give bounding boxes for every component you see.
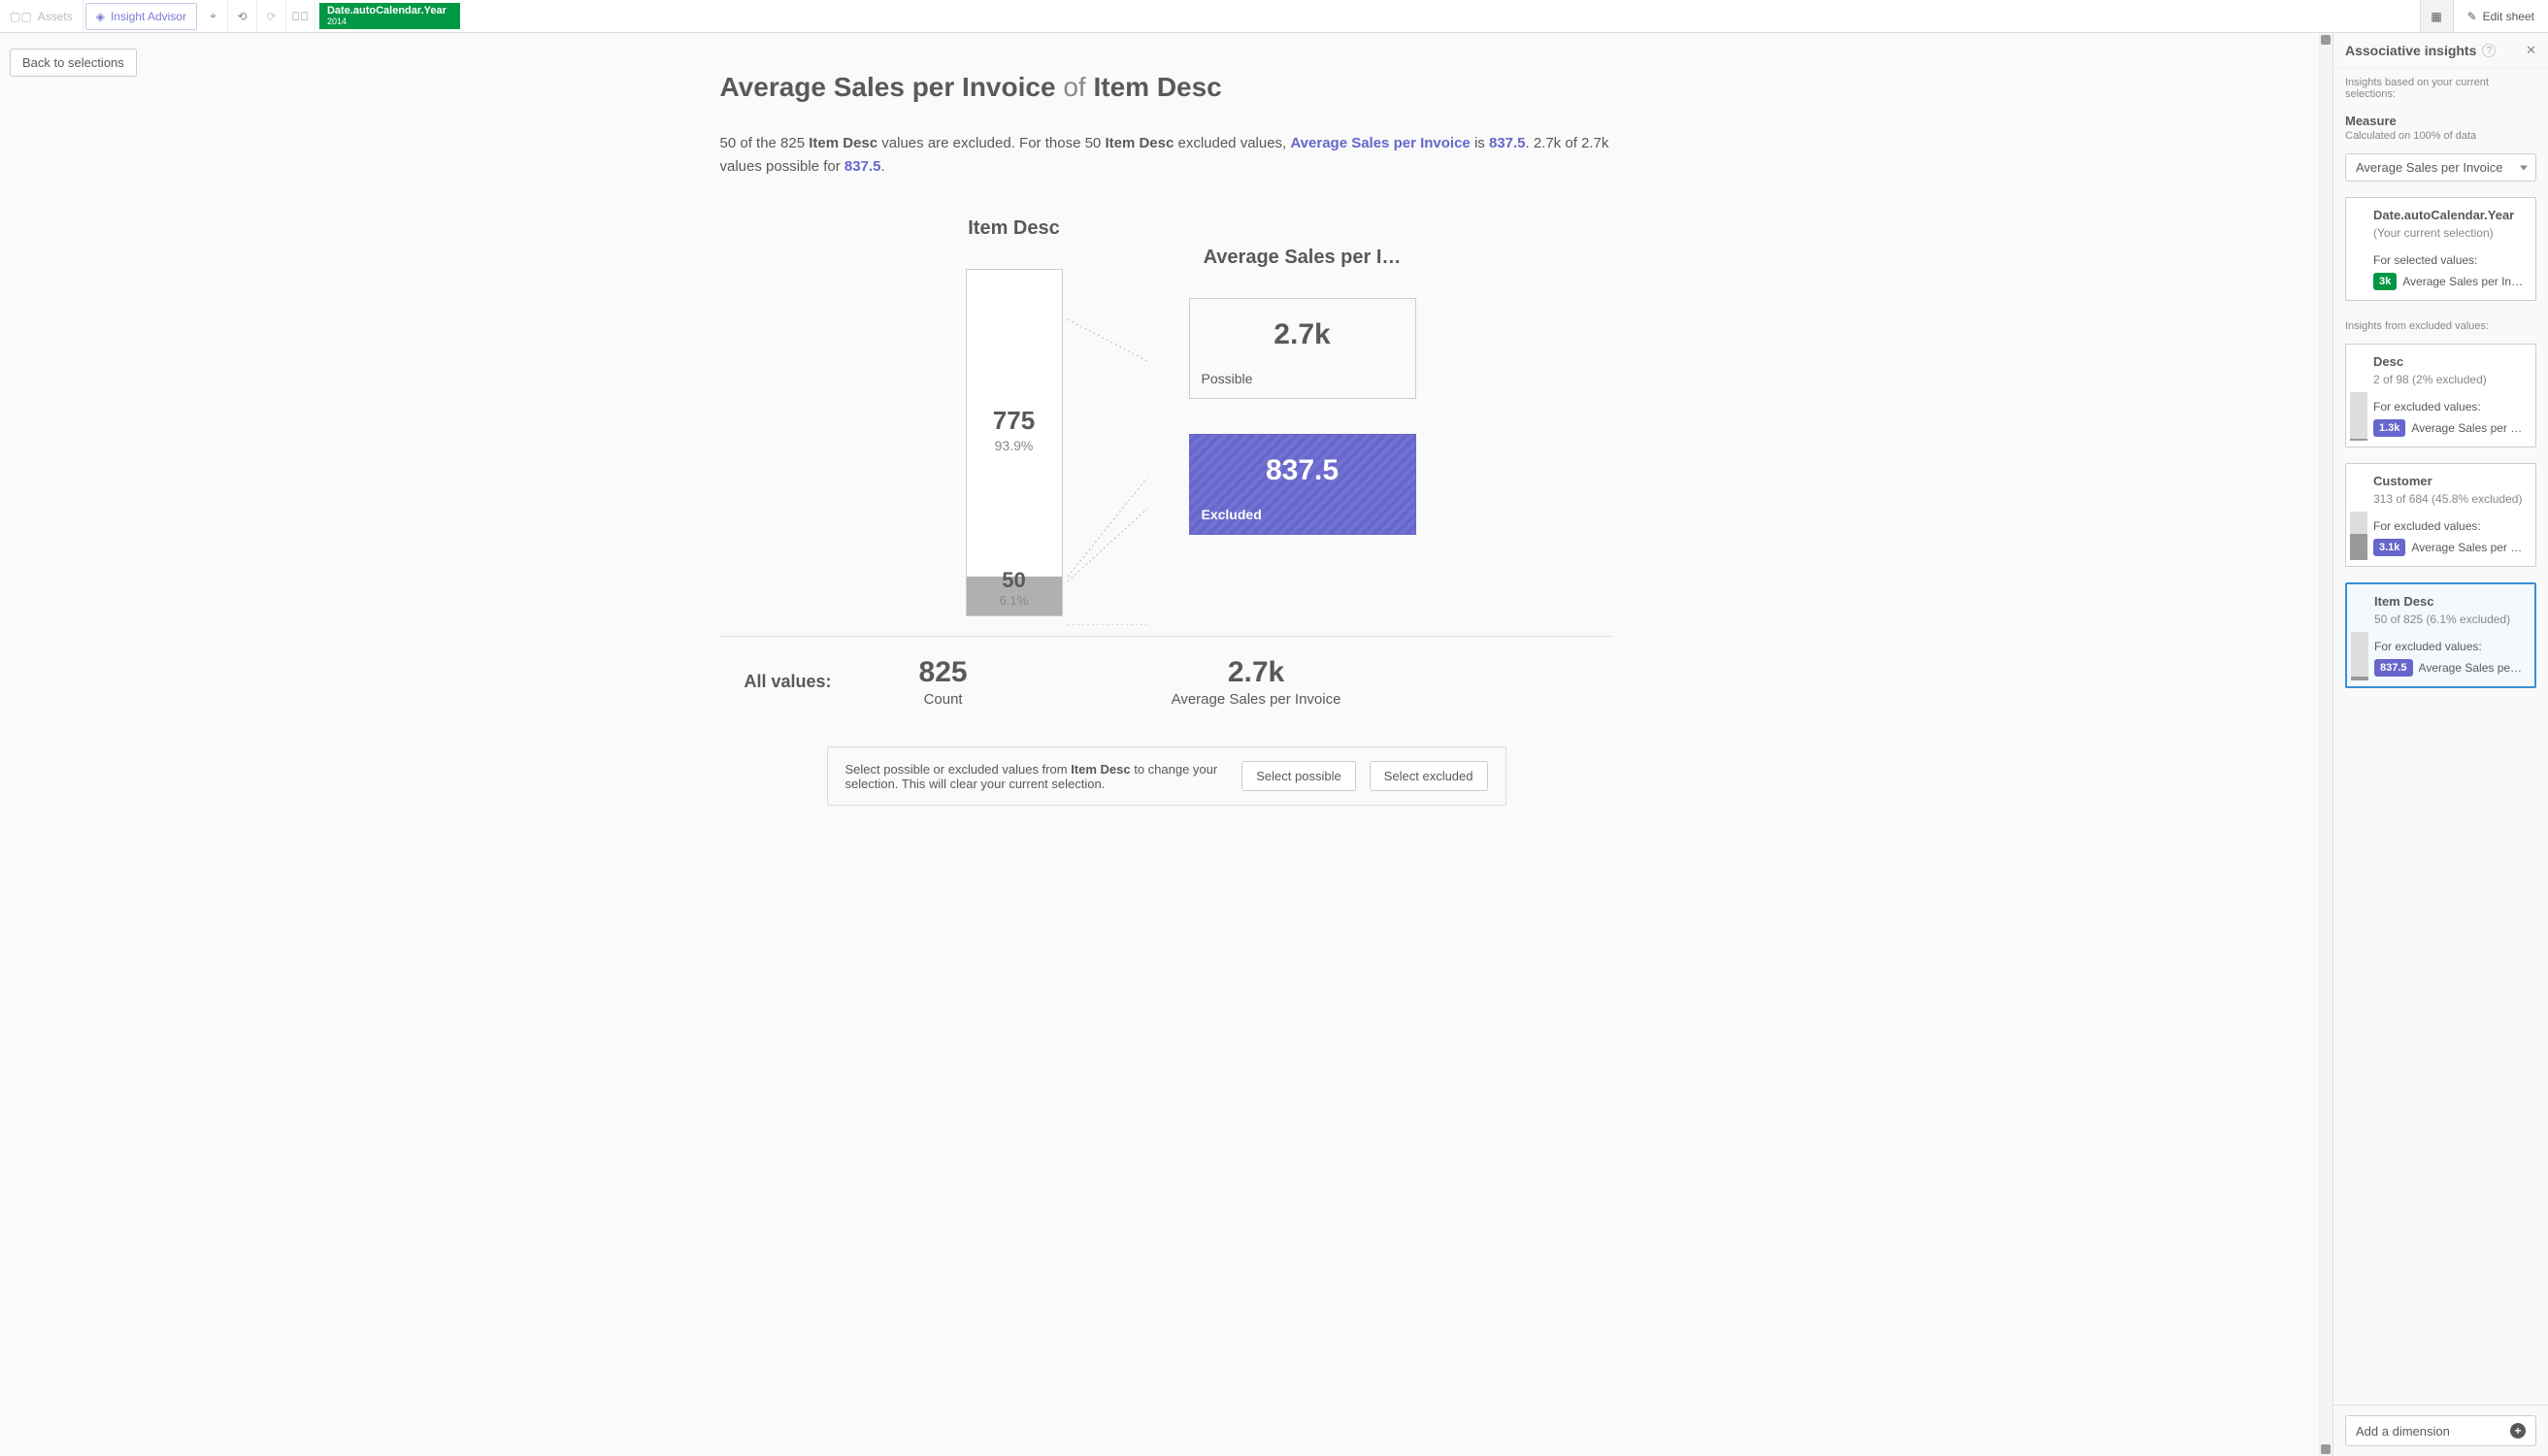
kpi-possible: 2.7k Possible xyxy=(1189,298,1416,399)
insight-advisor-button[interactable]: ◈ Insight Advisor xyxy=(85,3,197,30)
assets-label: Assets xyxy=(38,10,73,23)
insight-advisor-label: Insight Advisor xyxy=(111,10,186,23)
included-label: 775 93.9% xyxy=(967,406,1062,453)
pencil-icon: ✎ xyxy=(2467,10,2477,23)
insight-card-item-desc[interactable]: Item Desc 50 of 825 (6.1% excluded) For … xyxy=(2345,582,2536,688)
measure-column-title: Average Sales per I… xyxy=(1189,247,1416,269)
spark-icon xyxy=(2351,622,2368,680)
layout-icon: ▢▢ xyxy=(10,10,32,23)
measure-section-sub: Calculated on 100% of data xyxy=(2333,128,2548,146)
scrollbar[interactable] xyxy=(2319,33,2333,1456)
select-excluded-button[interactable]: Select excluded xyxy=(1370,761,1488,791)
spark-icon xyxy=(2350,502,2367,560)
description-text: 50 of the 825 Item Desc values are exclu… xyxy=(720,132,1613,179)
card-title: Date.autoCalendar.Year xyxy=(2373,208,2526,222)
title-of: of xyxy=(1056,72,1094,102)
selections-tool-button[interactable]: ▦ xyxy=(2420,0,2453,32)
divider xyxy=(720,636,1613,637)
selection-field: Date.autoCalendar.Year xyxy=(327,5,447,17)
measure-select[interactable]: Average Sales per Invoice xyxy=(2345,153,2536,182)
select-possible-button[interactable]: Select possible xyxy=(1241,761,1355,791)
insight-card-customer[interactable]: Customer 313 of 684 (45.8% excluded) For… xyxy=(2345,463,2536,567)
action-text: Select possible or excluded values from … xyxy=(845,762,1229,791)
excluded-segment: 50 6.1% xyxy=(967,577,1062,615)
smart-search-icon[interactable]: ⌖ xyxy=(199,0,228,32)
page-title: Average Sales per Invoice of Item Desc xyxy=(720,72,1613,103)
main-area: Back to selections Average Sales per Inv… xyxy=(0,33,2333,1456)
kpi-excluded: 837.5 Excluded xyxy=(1189,434,1416,535)
value-link-1[interactable]: 837.5 xyxy=(1489,135,1526,151)
total-measure: 2.7k Average Sales per Invoice xyxy=(1172,656,1341,708)
scroll-down-icon[interactable] xyxy=(2321,1444,2331,1454)
panel-title: Associative insights xyxy=(2345,43,2476,58)
breakdown-bar: 775 93.9% 50 6.1% xyxy=(966,269,1063,616)
add-dimension-label: Add a dimension xyxy=(2356,1424,2450,1439)
clear-selections-icon[interactable]: ✕⃝ xyxy=(286,0,315,32)
all-values-row: All values: 825 Count 2.7k Average Sales… xyxy=(720,656,1613,708)
close-icon[interactable]: ✕ xyxy=(2526,43,2536,58)
action-box: Select possible or excluded values from … xyxy=(827,746,1506,806)
card-meta: (Your current selection) xyxy=(2373,226,2526,240)
title-measure: Average Sales per Invoice xyxy=(720,72,1056,102)
measure-link[interactable]: Average Sales per Invoice xyxy=(1290,135,1470,151)
panel-subtitle: Insights based on your current selection… xyxy=(2333,69,2548,104)
top-toolbar: ▢▢ Assets ◈ Insight Advisor ⌖ ⟲ ⟳ ✕⃝ Dat… xyxy=(0,0,2548,33)
insight-icon: ◈ xyxy=(96,10,105,23)
assets-button[interactable]: ▢▢ Assets xyxy=(0,0,83,32)
scroll-up-icon[interactable] xyxy=(2321,35,2331,45)
card-for: For selected values: xyxy=(2373,253,2526,267)
edit-sheet-button[interactable]: ✎ Edit sheet xyxy=(2453,0,2548,32)
chart-area: Item Desc 775 93.9% 50 6.1% xyxy=(720,217,1613,616)
dimension-column-title: Item Desc xyxy=(917,217,1111,240)
measure-section-title: Measure xyxy=(2333,104,2548,128)
selection-value: 2014 xyxy=(327,17,447,27)
add-dimension-button[interactable]: Add a dimension + xyxy=(2345,1415,2536,1446)
spark-icon xyxy=(2350,382,2367,441)
step-forward-icon: ⟳ xyxy=(257,0,286,32)
selection-tag[interactable]: Date.autoCalendar.Year 2014 xyxy=(319,3,460,29)
insight-card-desc[interactable]: Desc 2 of 98 (2% excluded) For excluded … xyxy=(2345,344,2536,447)
card-badge: 3k xyxy=(2373,273,2397,290)
step-back-icon[interactable]: ⟲ xyxy=(228,0,257,32)
total-count: 825 Count xyxy=(919,656,968,708)
plus-icon: + xyxy=(2510,1423,2526,1439)
edit-sheet-label: Edit sheet xyxy=(2483,10,2534,23)
title-dimension: Item Desc xyxy=(1093,72,1221,102)
card-measure: Average Sales per In… xyxy=(2402,275,2526,288)
excluded-header: Insights from excluded values: xyxy=(2333,309,2548,336)
help-icon[interactable]: ? xyxy=(2482,44,2496,57)
current-selection-card[interactable]: Date.autoCalendar.Year (Your current sel… xyxy=(2345,197,2536,301)
all-values-label: All values: xyxy=(745,672,832,692)
back-to-selections-button[interactable]: Back to selections xyxy=(10,49,137,77)
value-link-2[interactable]: 837.5 xyxy=(844,158,881,175)
associative-insights-panel: Associative insights ? ✕ Insights based … xyxy=(2333,33,2548,1456)
grid-icon: ▦ xyxy=(2431,10,2441,23)
